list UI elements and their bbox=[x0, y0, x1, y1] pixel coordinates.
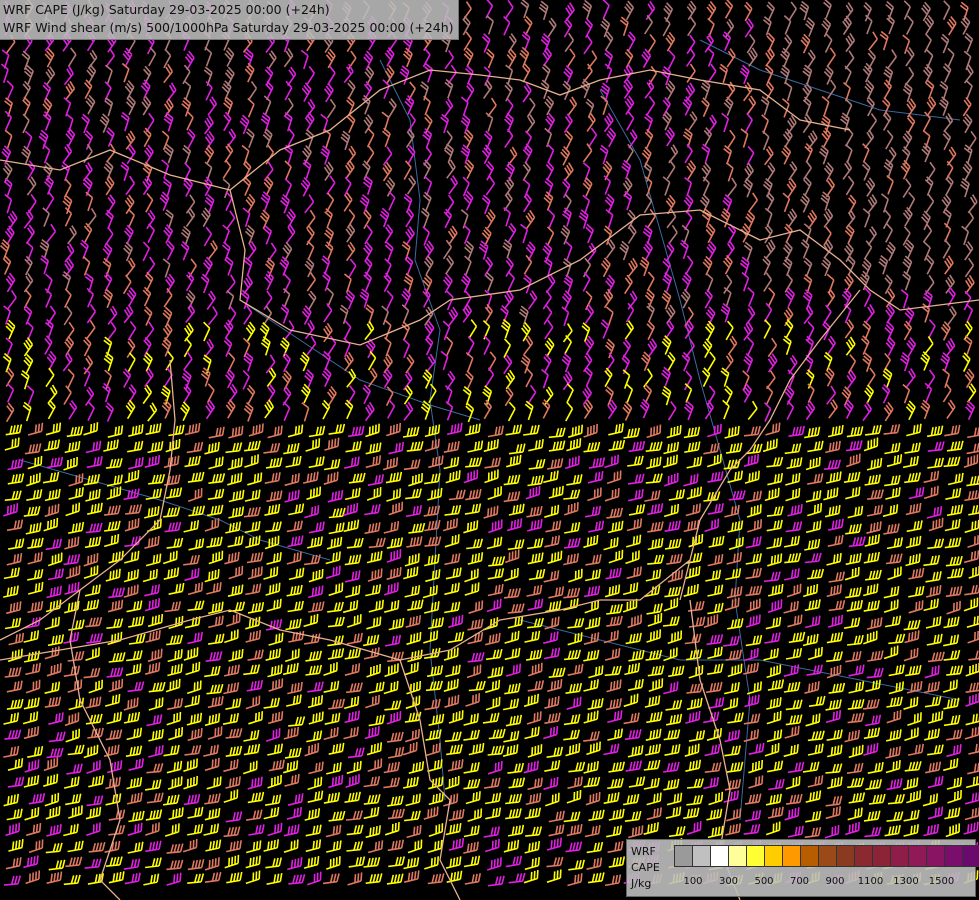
legend-swatch bbox=[962, 845, 979, 867]
legend-color-scale bbox=[674, 845, 979, 867]
legend-swatch bbox=[728, 845, 747, 867]
legend-swatch bbox=[674, 845, 693, 867]
legend-swatch bbox=[818, 845, 837, 867]
map-title-box: WRF CAPE (J/kg) Saturday 29-03-2025 00:0… bbox=[0, 0, 459, 40]
legend-swatch bbox=[782, 845, 801, 867]
legend-unit-label: J/kg bbox=[631, 877, 652, 890]
legend-swatch bbox=[710, 845, 729, 867]
legend-swatch bbox=[926, 845, 945, 867]
legend-tick-label: 1500 bbox=[928, 876, 955, 887]
legend-tick-label: 300 bbox=[718, 876, 739, 887]
legend-tick-label: 700 bbox=[789, 876, 810, 887]
legend-tick-label: 1300 bbox=[893, 876, 919, 887]
wind-shear-title: WRF Wind shear (m/s) 500/1000hPa Saturda… bbox=[3, 20, 454, 35]
legend-model-label: WRF bbox=[631, 845, 656, 858]
legend-variable-label: CAPE bbox=[631, 861, 660, 874]
legend-swatch bbox=[944, 845, 963, 867]
legend-swatch bbox=[836, 845, 855, 867]
legend-swatch bbox=[692, 845, 711, 867]
legend-tick-label: 500 bbox=[754, 876, 774, 887]
legend-swatch bbox=[764, 845, 783, 867]
cape-title: WRF CAPE (J/kg) Saturday 29-03-2025 00:0… bbox=[3, 2, 330, 17]
legend-swatch bbox=[746, 845, 765, 867]
legend-tick-label: 1100 bbox=[857, 876, 884, 887]
legend-swatch bbox=[890, 845, 909, 867]
wind-barb-map bbox=[0, 0, 979, 900]
legend-swatch bbox=[872, 845, 891, 867]
legend-swatch bbox=[908, 845, 927, 867]
legend-swatch bbox=[854, 845, 873, 867]
legend-swatch bbox=[800, 845, 819, 867]
legend-tick-label: 100 bbox=[683, 876, 703, 887]
cape-legend: WRF CAPE J/kg 100 300 500 700 900 1100 1300 150… bbox=[626, 839, 979, 897]
legend-tick-label: 900 bbox=[825, 876, 845, 887]
